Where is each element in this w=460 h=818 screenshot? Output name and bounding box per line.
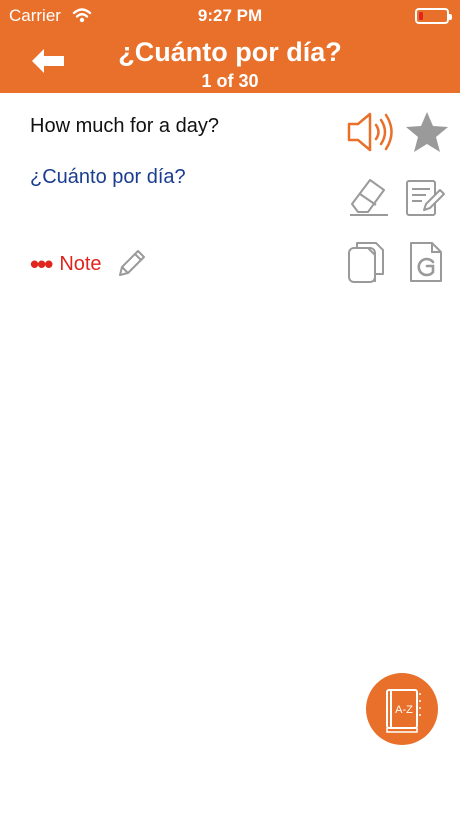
edit-note-icon [406,180,445,216]
google-translate-button[interactable] [408,240,444,289]
favorite-button[interactable] [404,110,450,159]
note-dots-icon: ••• [30,249,53,279]
google-icon [410,242,442,282]
dictionary-az-icon: A-Z [386,689,421,733]
battery-icon [415,8,452,24]
english-phrase: How much for a day? [30,115,219,137]
edit-note-button[interactable] [404,176,446,223]
speaker-icon [347,112,393,152]
star-icon [406,112,448,152]
page-title: ¿Cuánto por día? [118,37,342,67]
page-counter: 1 of 30 [201,71,259,91]
dictionary-button[interactable]: A-Z [366,673,438,745]
eraser-icon [350,179,388,216]
speaker-button[interactable] [346,110,396,159]
note-button[interactable]: ••• Note [30,250,148,278]
eraser-button[interactable] [348,174,392,223]
status-bar: Carrier 9:27 PM [0,0,460,32]
dictionary-label: A-Z [395,704,413,716]
note-label: Note [59,252,102,275]
pencil-icon [118,250,145,276]
copy-button[interactable] [346,240,386,289]
header-bar: Carrier 9:27 PM ¿Cuánto por día? 1 of 30 [0,0,460,93]
clock-time: 9:27 PM [197,6,263,25]
spanish-phrase: ¿Cuánto por día? [30,166,186,188]
copy-icon [348,242,384,283]
